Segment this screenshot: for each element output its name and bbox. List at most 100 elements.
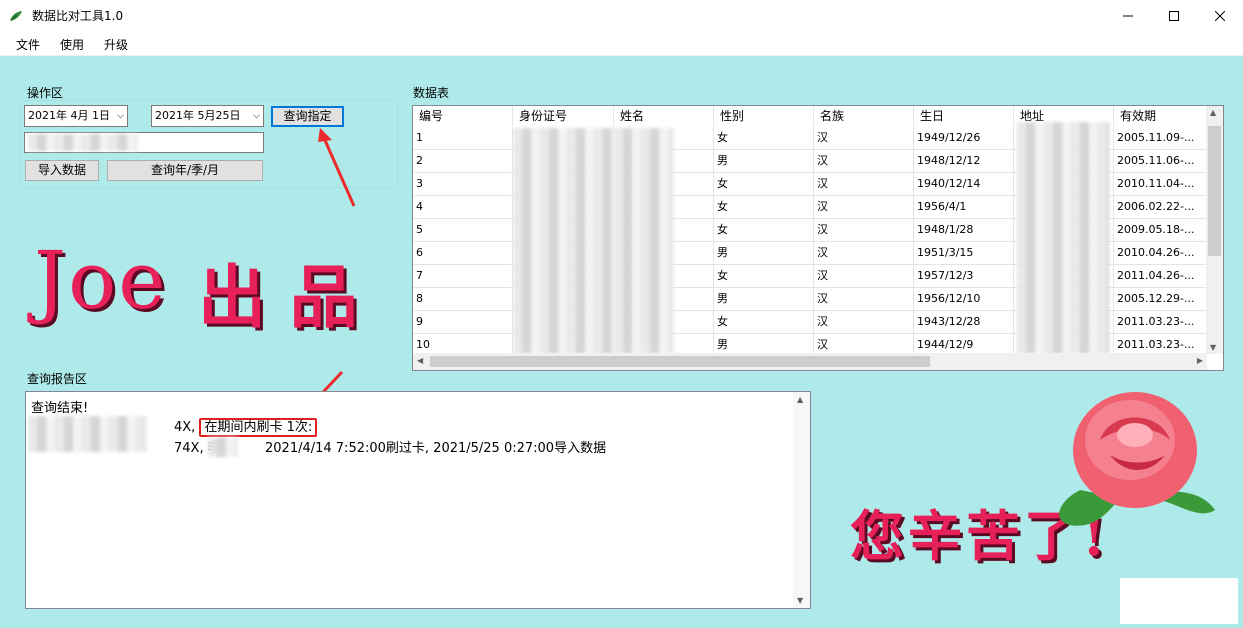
table-cell[interactable]: 汉 [814,265,914,288]
table-cell[interactable]: 1943/12/28 [914,311,1014,334]
table-cell[interactable]: 汉 [814,219,914,242]
table-cell[interactable]: 2005.11.09-... [1114,127,1207,150]
table-cell[interactable]: 女 [714,173,814,196]
table-cell[interactable]: 女 [714,196,814,219]
logo-joe-text: Joe [34,234,168,327]
table-cell[interactable]: 汉 [814,288,914,311]
column-header[interactable]: 生日 [914,106,1014,126]
logo-cn-text: 出 品 [198,258,358,338]
column-header[interactable]: 姓名 [614,106,714,126]
table-cell[interactable]: 8 [413,288,513,311]
chevron-down-icon: ⌵ [117,111,124,121]
report-line: 74X, 李 2021/4/14 7:52:00刷过卡, 2021/5/25 0… [174,437,606,456]
column-header[interactable]: 名族 [814,106,914,126]
scroll-up-icon[interactable]: ▲ [1210,108,1216,117]
table-cell[interactable]: 男 [714,288,814,311]
table-cell[interactable]: 2011.04.26-... [1114,265,1207,288]
report-line: 4X, 在期间内刷卡 1次: [174,416,318,437]
scroll-left-icon[interactable]: ◀ [417,356,423,365]
table-cell[interactable]: 9 [413,311,513,334]
minimize-button[interactable] [1105,0,1151,31]
table-cell[interactable]: 7 [413,265,513,288]
table-cell[interactable]: 2010.11.04-... [1114,173,1207,196]
start-date-value: 2021年 4月 1日 [28,109,110,122]
table-cell[interactable]: 2011.03.23-... [1114,311,1207,334]
table-cell[interactable]: 2009.05.18-... [1114,219,1207,242]
end-date-picker[interactable]: 2021年 5月25日 ⌵ [151,105,264,127]
table-horizontal-scrollbar[interactable]: ◀ ▶ [413,353,1207,370]
table-cell[interactable]: 汉 [814,150,914,173]
menu-file[interactable]: 文件 [16,36,40,53]
table-cell[interactable]: 5 [413,219,513,242]
report-textarea[interactable]: 查询结束! 4X, 在期间内刷卡 1次: 74X, 李 2021/4/14 7:… [25,391,811,609]
table-cell[interactable]: 女 [714,265,814,288]
redacted-address-column [1017,122,1109,354]
title-bar: 数据比对工具1.0 [0,0,1243,31]
table-cell[interactable]: 2 [413,150,513,173]
table-cell[interactable]: 女 [714,127,814,150]
table-cell[interactable]: 1951/3/15 [914,242,1014,265]
rose-icon [1059,392,1215,526]
menu-bar: 文件 使用 升级 [0,31,1243,56]
table-cell[interactable]: 女 [714,311,814,334]
table-group-label: 数据表 [413,86,450,100]
start-date-picker[interactable]: 2021年 4月 1日 ⌵ [24,105,128,127]
table-cell[interactable]: 4 [413,196,513,219]
table-cell[interactable]: 1949/12/26 [914,127,1014,150]
report-line: 查询结束! [31,401,89,416]
table-cell[interactable]: 1948/1/28 [914,219,1014,242]
import-data-button[interactable]: 导入数据 [25,160,99,181]
data-table[interactable]: 编号 身份证号 姓名 性别 名族 生日 地址 有效期 1 女汉 1949/12/26… [412,105,1224,371]
table-cell[interactable]: 2005.12.29-... [1114,288,1207,311]
maximize-button[interactable] [1151,0,1197,31]
table-cell[interactable]: 2006.02.22-... [1114,196,1207,219]
scroll-right-icon[interactable]: ▶ [1197,356,1203,365]
table-cell[interactable]: 1956/4/1 [914,196,1014,219]
table-cell[interactable]: 3 [413,173,513,196]
table-cell[interactable]: 6 [413,242,513,265]
table-cell[interactable]: 汉 [814,196,914,219]
table-cell[interactable]: 女 [714,219,814,242]
table-cell[interactable]: 汉 [814,173,914,196]
scroll-thumb[interactable] [1208,126,1221,256]
table-cell[interactable]: 汉 [814,242,914,265]
app-leaf-icon [10,11,22,21]
table-cell[interactable]: 2010.04.26-... [1114,242,1207,265]
report-id-suffix: 4X, [174,420,196,435]
column-header[interactable]: 有效期 [1114,106,1207,126]
report-detail: 2021/4/14 7:52:00刷过卡, 2021/5/25 0:27:00导… [265,441,607,456]
table-cell[interactable]: 1 [413,127,513,150]
redacted-id-column [513,128,613,354]
column-header[interactable]: 性别 [714,106,814,126]
report-group-label: 查询报告区 [27,372,88,386]
end-date-value: 2021年 5月25日 [155,109,241,122]
maximize-icon [1169,10,1179,21]
table-vertical-scrollbar[interactable]: ▲ ▼ [1206,106,1223,354]
table-cell[interactable]: 2005.11.06-... [1114,150,1207,173]
scroll-down-icon[interactable]: ▼ [1210,343,1216,352]
table-cell[interactable]: 汉 [814,127,914,150]
table-cell[interactable]: 1956/12/10 [914,288,1014,311]
column-header[interactable]: 身份证号 [513,106,614,126]
report-vertical-scrollbar[interactable]: ▲ ▼ [793,392,810,608]
column-header[interactable]: 编号 [413,106,513,126]
menu-use[interactable]: 使用 [60,36,84,53]
chevron-down-icon: ⌵ [253,111,260,121]
menu-upgrade[interactable]: 升级 [104,36,128,53]
minimize-icon [1123,15,1133,16]
query-specified-button[interactable]: 查询指定 [271,106,344,127]
scroll-thumb[interactable] [430,356,930,367]
table-cell[interactable]: 汉 [814,311,914,334]
scroll-down-icon[interactable]: ▼ [797,596,803,605]
redacted-report-name [208,437,238,457]
operation-group-label: 操作区 [27,86,64,100]
table-cell[interactable]: 1948/12/12 [914,150,1014,173]
close-button[interactable] [1197,0,1243,31]
query-period-button[interactable]: 查询年/季/月 [107,160,263,181]
table-cell[interactable]: 男 [714,242,814,265]
table-cell[interactable]: 1940/12/14 [914,173,1014,196]
table-cell[interactable]: 1957/12/3 [914,265,1014,288]
scroll-up-icon[interactable]: ▲ [797,395,803,404]
annotation-arrow-icon [318,128,356,207]
table-cell[interactable]: 男 [714,150,814,173]
